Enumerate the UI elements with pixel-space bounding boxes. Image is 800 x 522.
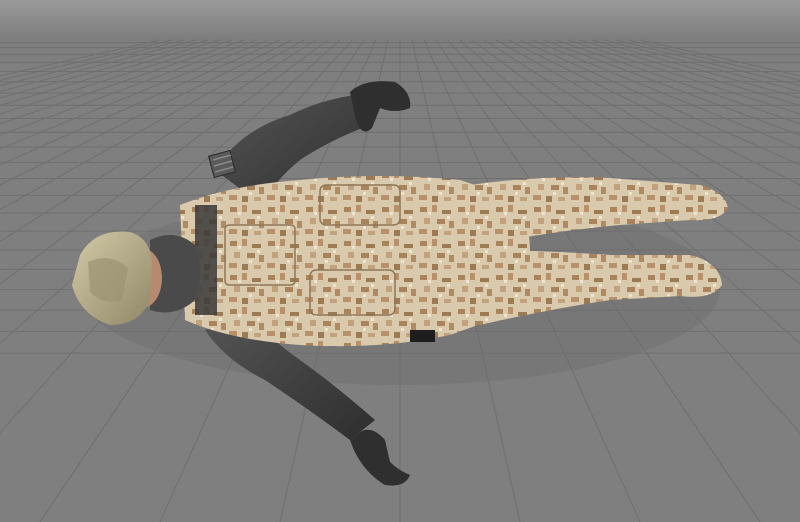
shoulder-pouch xyxy=(319,184,401,226)
holster xyxy=(410,330,435,342)
left-glove xyxy=(350,81,411,132)
belt-pouch xyxy=(309,269,396,316)
3d-viewport[interactable] xyxy=(0,0,800,522)
helmet-detail xyxy=(88,258,128,302)
torso xyxy=(180,176,530,347)
chest-pouch xyxy=(224,224,296,286)
scene-canvas[interactable] xyxy=(0,0,800,522)
right-glove xyxy=(350,429,410,486)
